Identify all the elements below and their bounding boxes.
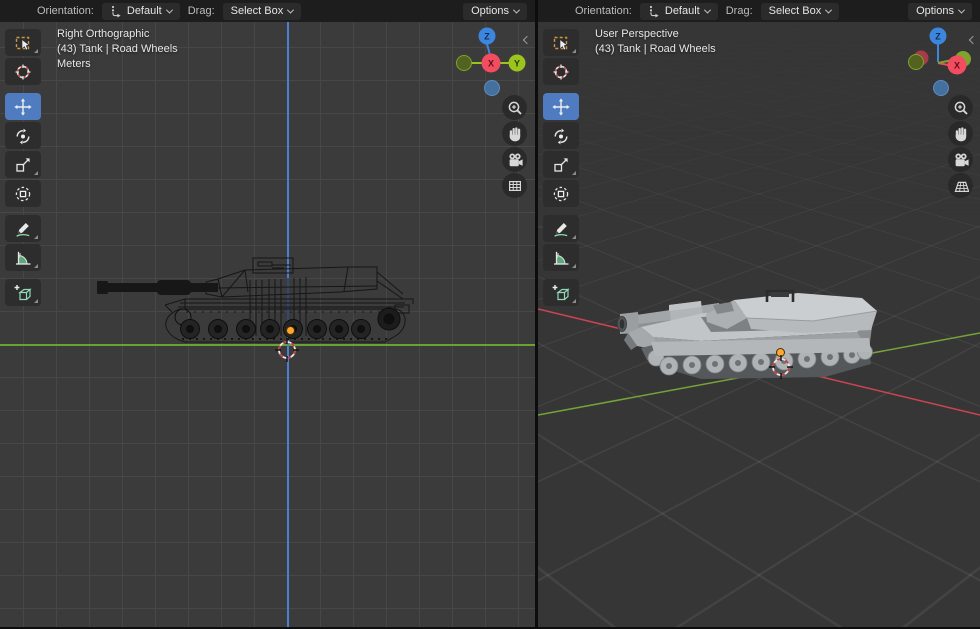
svg-text:X: X (488, 59, 494, 69)
viewport-3d-perspective[interactable]: User Perspective (43) Tank | Road Wheels… (538, 22, 980, 627)
3d-cursor (768, 354, 794, 380)
gizmo-axis-x: X (947, 55, 967, 75)
gizmo-axis-z: Z (478, 27, 496, 45)
tool-shelf (5, 29, 42, 306)
options-dropdown[interactable]: Options (908, 2, 972, 20)
projection-toggle-button[interactable] (948, 173, 973, 198)
measure-tool-button[interactable] (543, 244, 579, 271)
view-navigation-gizmo[interactable]: Z X (901, 22, 980, 98)
orientation-label: Orientation: (37, 5, 94, 17)
chevron-down-icon (957, 6, 966, 14)
gizmo-axis-z-negative (933, 80, 949, 96)
viewport-info-text: User Perspective (43) Tank | Road Wheels (595, 27, 716, 57)
gizmo-axis-y-negative (908, 54, 924, 70)
gizmo-axis-x: X (481, 53, 501, 73)
viewport-pane-perspective: User Perspective (43) Tank | Road Wheels… (538, 0, 980, 627)
viewport-3d-orthographic[interactable]: Right Orthographic (43) Tank | Road Whee… (0, 22, 535, 627)
drag-label: Drag: (725, 5, 753, 17)
add-cube-tool-button[interactable] (5, 279, 41, 306)
orientation-dropdown[interactable]: Default (639, 2, 718, 20)
chevron-down-icon (287, 6, 295, 14)
select-box-tool-button[interactable] (543, 29, 579, 56)
svg-text:X: X (954, 61, 960, 71)
measure-tool-button[interactable] (5, 244, 41, 271)
tank-wireframe-object[interactable] (90, 252, 425, 352)
drag-dropdown[interactable]: Select Box (760, 2, 840, 20)
gizmo-axis-y: Y (508, 54, 526, 72)
annotate-tool-button[interactable] (5, 215, 41, 242)
select-box-tool-button[interactable] (5, 29, 41, 56)
projection-toggle-button[interactable] (502, 173, 527, 198)
cursor-tool-button[interactable] (543, 58, 579, 85)
move-tool-button[interactable] (543, 93, 579, 120)
viewport-pane-orthographic: Right Orthographic (43) Tank | Road Whee… (0, 0, 535, 627)
drag-dropdown[interactable]: Select Box (222, 2, 302, 20)
cursor-tool-button[interactable] (5, 58, 41, 85)
units-label: Meters (57, 58, 91, 70)
view-name-label: User Perspective (595, 28, 679, 40)
orientation-icon (649, 4, 660, 18)
zoom-button[interactable] (948, 95, 973, 120)
scale-tool-button[interactable] (5, 151, 41, 178)
svg-text:Z: Z (484, 32, 490, 42)
move-tool-button[interactable] (5, 93, 41, 120)
orientation-dropdown[interactable]: Default (101, 2, 180, 20)
gizmo-axis-y-negative (456, 55, 472, 71)
orientation-icon (111, 4, 122, 18)
active-object-label: (43) Tank | Road Wheels (57, 43, 178, 55)
tool-shelf (543, 29, 580, 306)
drag-label: Drag: (187, 5, 215, 17)
chevron-down-icon (825, 6, 833, 14)
3d-cursor (274, 337, 300, 363)
chevron-down-icon (703, 6, 711, 14)
pan-button[interactable] (502, 121, 527, 146)
options-dropdown[interactable]: Options (463, 2, 527, 20)
chevron-down-icon (512, 6, 521, 14)
rotate-tool-button[interactable] (543, 122, 579, 149)
scale-tool-button[interactable] (543, 151, 579, 178)
pan-button[interactable] (948, 121, 973, 146)
zoom-button[interactable] (502, 95, 527, 120)
view-name-label: Right Orthographic (57, 28, 150, 40)
view-navigation-gizmo[interactable]: Z Y X (450, 22, 532, 98)
tank-solid-object[interactable] (598, 272, 918, 384)
viewport-nav-buttons (948, 95, 973, 198)
viewport-nav-buttons (502, 95, 527, 198)
transform-tool-button[interactable] (5, 180, 41, 207)
add-cube-tool-button[interactable] (543, 279, 579, 306)
camera-view-button[interactable] (948, 147, 973, 172)
viewport-header: Orientation: Default Drag: Select Box Op… (538, 0, 980, 22)
chevron-down-icon (165, 6, 173, 14)
gizmo-axis-z-negative (484, 80, 500, 96)
active-object-label: (43) Tank | Road Wheels (595, 43, 716, 55)
camera-view-button[interactable] (502, 147, 527, 172)
object-origin-dot (286, 326, 295, 335)
orientation-label: Orientation: (575, 5, 632, 17)
gizmo-axis-z: Z (929, 27, 947, 45)
viewport-info-text: Right Orthographic (43) Tank | Road Whee… (57, 27, 178, 72)
annotate-tool-button[interactable] (543, 215, 579, 242)
rotate-tool-button[interactable] (5, 122, 41, 149)
viewport-header: Orientation: Default Drag: Select Box Op… (0, 0, 535, 22)
transform-tool-button[interactable] (543, 180, 579, 207)
svg-text:Y: Y (514, 59, 520, 69)
svg-text:Z: Z (935, 32, 941, 42)
